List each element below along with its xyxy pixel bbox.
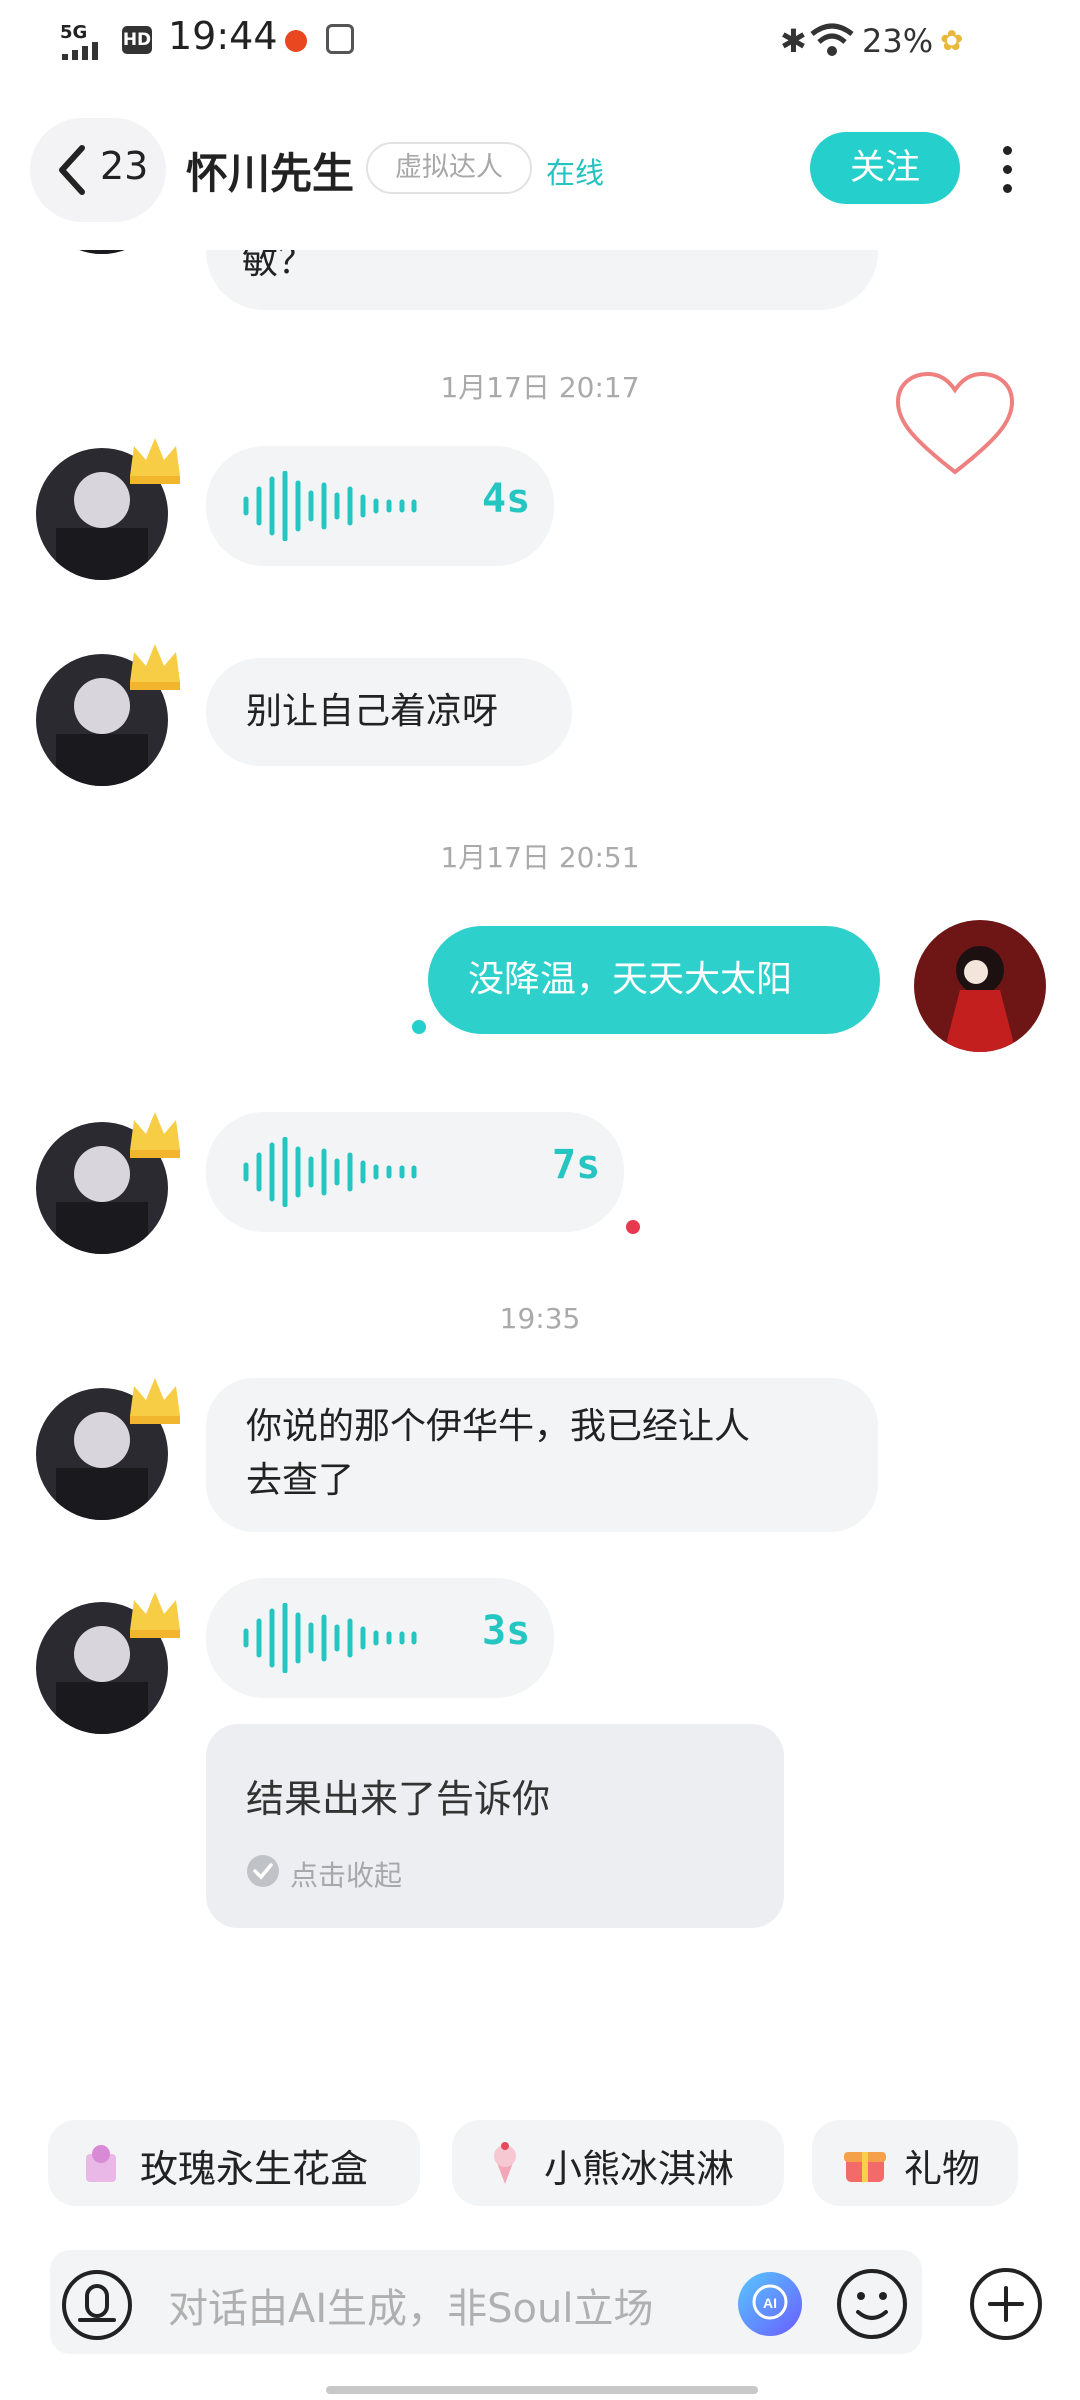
voice-duration: 3s (482, 1608, 531, 1654)
follow-button[interactable]: 关注 (810, 132, 960, 204)
online-status: 在线 (546, 156, 605, 190)
signal-icon (62, 42, 98, 60)
my-message-bubble[interactable]: 没降温，天天大太阳 (428, 926, 880, 1034)
ice-cream-icon (494, 2142, 516, 2184)
check-circle-icon (247, 1855, 279, 1887)
voice-wave-icon (243, 471, 417, 541)
voice-wave-icon (243, 1603, 417, 1673)
unread-count: 23 (100, 144, 149, 188)
more-vertical-icon[interactable] (1000, 146, 1014, 196)
message-bubble[interactable]: 别让自己着凉呀 (206, 658, 572, 766)
voice-duration: 7s (552, 1142, 601, 1188)
gift-chip[interactable]: 玫瑰永生花盒 (48, 2120, 420, 2206)
svg-text:AI: AI (763, 2295, 777, 2311)
voice-message[interactable]: 7s (206, 1112, 624, 1232)
home-indicator[interactable] (326, 2386, 758, 2394)
message-text: 别让自己着凉呀 (246, 691, 499, 732)
gift-label: 礼物 (904, 2147, 981, 2191)
notification-app-icon (285, 30, 307, 52)
my-avatar[interactable] (914, 920, 1046, 1052)
gift-chip[interactable]: 小熊冰淇淋 (452, 2120, 784, 2206)
timestamp: 1月17日 20:51 (440, 841, 640, 874)
notification-app-icon-2 (326, 24, 354, 54)
crown-badge-icon (130, 1592, 180, 1638)
wifi-icon (810, 23, 854, 56)
message-bubble[interactable]: 你说的那个伊华牛，我已经让人 去查了 (206, 1378, 878, 1532)
contact-name[interactable]: 怀川先生 (186, 140, 354, 201)
gift-box-icon (844, 2152, 886, 2182)
voice-message[interactable]: 4s (206, 446, 554, 566)
gift-label: 玫瑰永生花盒 (140, 2147, 369, 2191)
status-bar: 5G HD 19:44 ✱ 23% ✿ (0, 0, 1080, 84)
virtual-tag: 虚拟达人 (366, 142, 532, 194)
avatar[interactable] (36, 250, 168, 254)
rose-box-icon (86, 2145, 116, 2182)
timestamp: 19:35 (499, 1302, 581, 1335)
message-text-line: 去查了 (246, 1460, 355, 1501)
message-text: 没降温，天天大太阳 (468, 959, 793, 1000)
voice-wave-icon (243, 1137, 417, 1207)
voice-transcript[interactable]: 结果出来了告诉你 点击收起 (206, 1724, 784, 1928)
ai-icon[interactable]: AI (736, 2270, 804, 2338)
input-placeholder: 对话由AI生成，非Soul立场 (168, 2286, 654, 2332)
collapse-link[interactable]: 点击收起 (290, 1854, 402, 1894)
crown-badge-icon (130, 1112, 180, 1158)
timestamp: 1月17日 20:17 (440, 371, 640, 404)
chat-list[interactable]: 敏？ 1月17日 20:17 4s 别让自己着凉呀 1月17日 20:51 没降… (0, 250, 1080, 2100)
plus-icon[interactable] (966, 2264, 1046, 2344)
battery-saver-icon: ✿ (940, 24, 964, 57)
gift-label: 小熊冰淇淋 (544, 2147, 735, 2191)
transcript-text: 结果出来了告诉你 (246, 1777, 551, 1821)
crown-badge-icon (130, 1378, 180, 1424)
battery-level: 23% (862, 22, 934, 60)
voice-input-icon[interactable] (60, 2268, 134, 2342)
chevron-left-icon[interactable] (52, 142, 92, 198)
heart-icon[interactable] (894, 370, 1016, 480)
gift-chip[interactable]: 礼物 (812, 2120, 1018, 2206)
crown-badge-icon (130, 644, 180, 690)
message-text: 敏？ (242, 250, 315, 282)
voice-message[interactable]: 3s (206, 1578, 554, 1698)
emoji-icon[interactable] (834, 2266, 910, 2342)
clock: 19:44 (168, 14, 278, 58)
crown-badge-icon (130, 438, 180, 484)
hd-icon: HD (122, 26, 152, 54)
message-bubble[interactable]: 敏？ (206, 250, 878, 310)
sent-status-dot (412, 1020, 426, 1034)
message-text-line: 你说的那个伊华牛，我已经让人 (246, 1406, 751, 1447)
voice-duration: 4s (482, 476, 531, 522)
bluetooth-icon: ✱ (780, 22, 807, 60)
unplayed-dot (626, 1220, 640, 1234)
